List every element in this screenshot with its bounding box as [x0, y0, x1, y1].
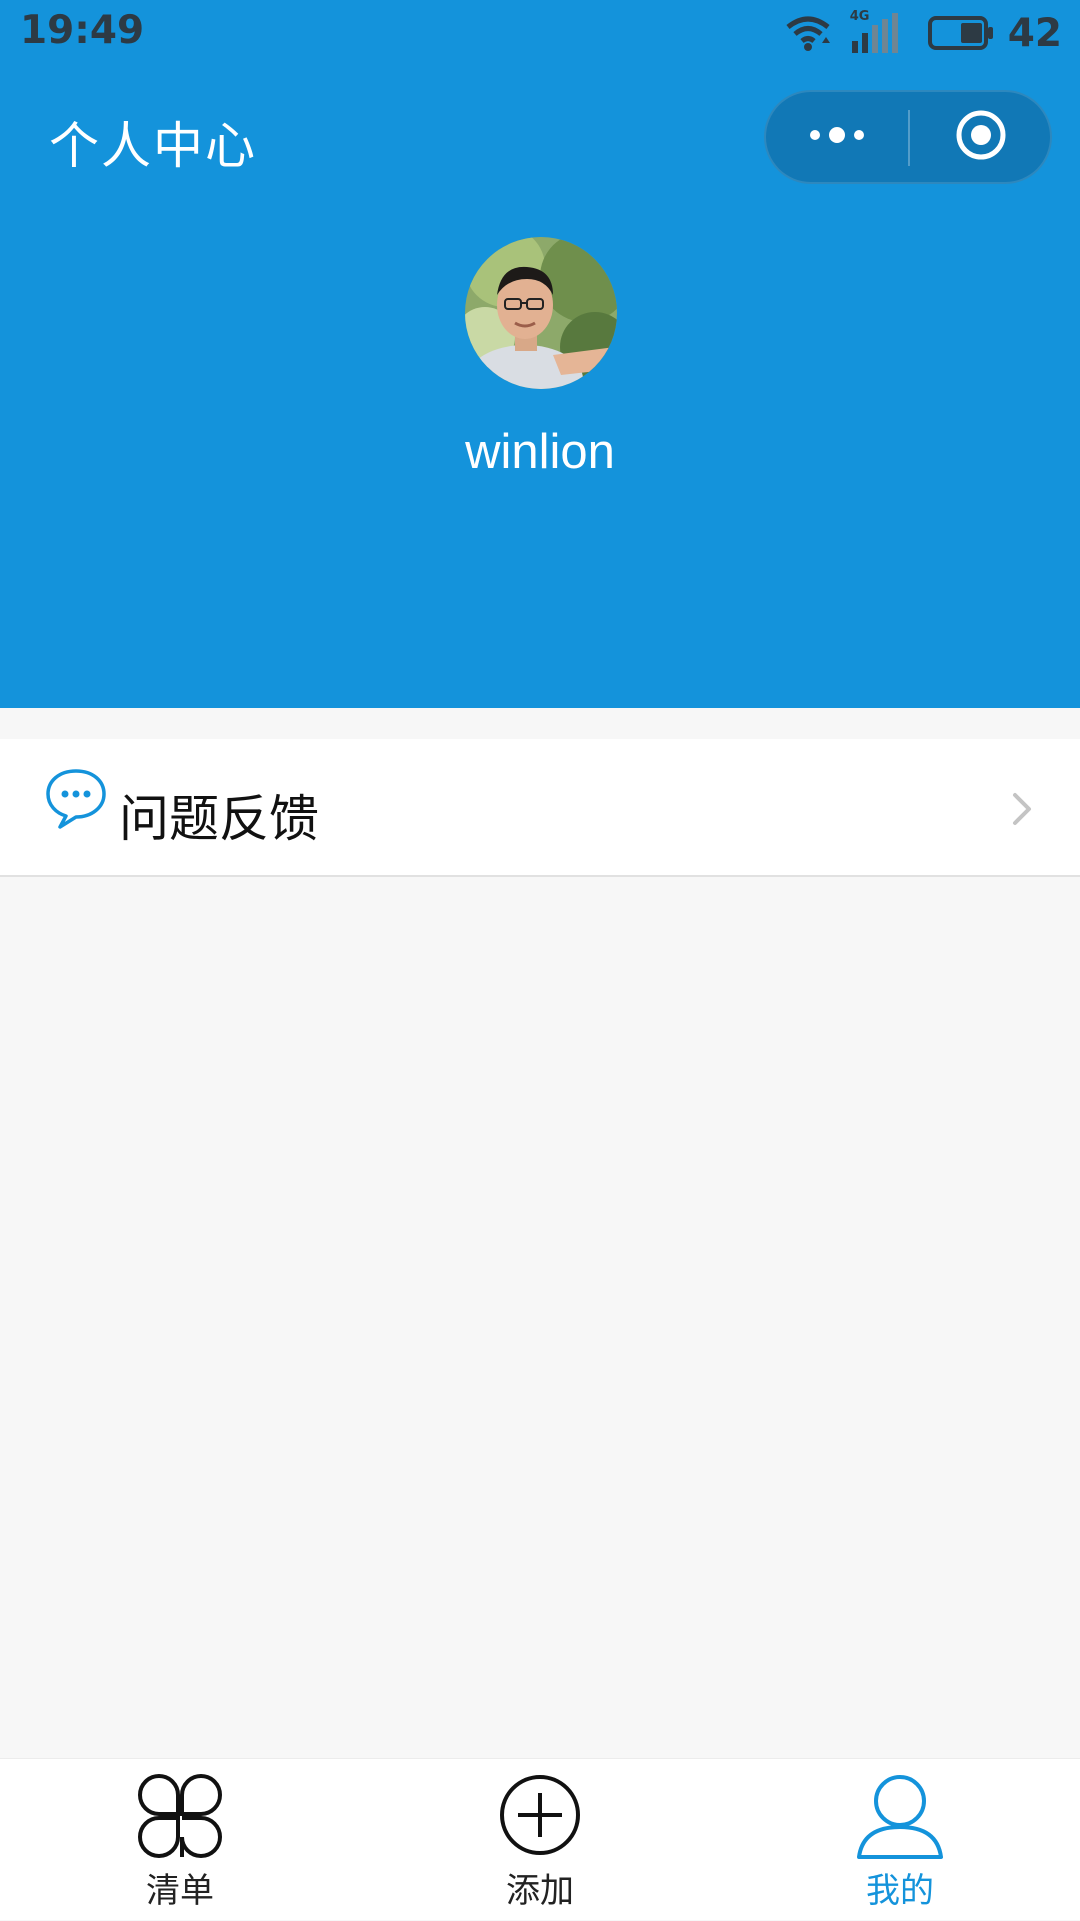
tab-bar: 清单 添加 我的 [0, 1758, 1080, 1920]
signal-icon: 4G [850, 9, 906, 53]
person-icon [855, 1773, 945, 1863]
tab-list[interactable]: 清单 [50, 1759, 310, 1921]
target-circle-icon [954, 108, 1008, 166]
tab-label: 清单 [146, 1871, 214, 1911]
more-button[interactable] [766, 92, 908, 182]
tab-label: 我的 [866, 1871, 934, 1911]
status-bar: 19:49 4G 42 [0, 0, 1080, 66]
chevron-right-icon [1010, 791, 1034, 831]
tab-add[interactable]: 添加 [410, 1759, 670, 1921]
page-title: 个人中心 [49, 117, 257, 175]
chat-bubble-icon [44, 767, 108, 835]
header-banner: 19:49 4G 42 个人中心 winlion [0, 0, 1080, 708]
tab-label: 添加 [506, 1871, 574, 1911]
battery-percent: 42 [1007, 10, 1062, 56]
avatar[interactable] [465, 237, 617, 389]
status-icons: 4G 42 [784, 9, 1062, 56]
menu-item-label: 问题反馈 [119, 790, 319, 848]
menu-item-feedback[interactable]: 问题反馈 [0, 739, 1080, 877]
close-button[interactable] [910, 92, 1052, 182]
battery-icon [927, 15, 994, 51]
more-dots-icon [807, 125, 867, 149]
plus-circle-icon [498, 1773, 582, 1861]
wifi-icon [784, 13, 832, 53]
status-time: 19:49 [20, 8, 145, 53]
tab-mine[interactable]: 我的 [770, 1759, 1030, 1921]
mini-program-capsule [764, 90, 1052, 184]
username: winlion [465, 425, 615, 479]
network-type: 4G [849, 9, 870, 24]
clover-icon [135, 1773, 225, 1863]
